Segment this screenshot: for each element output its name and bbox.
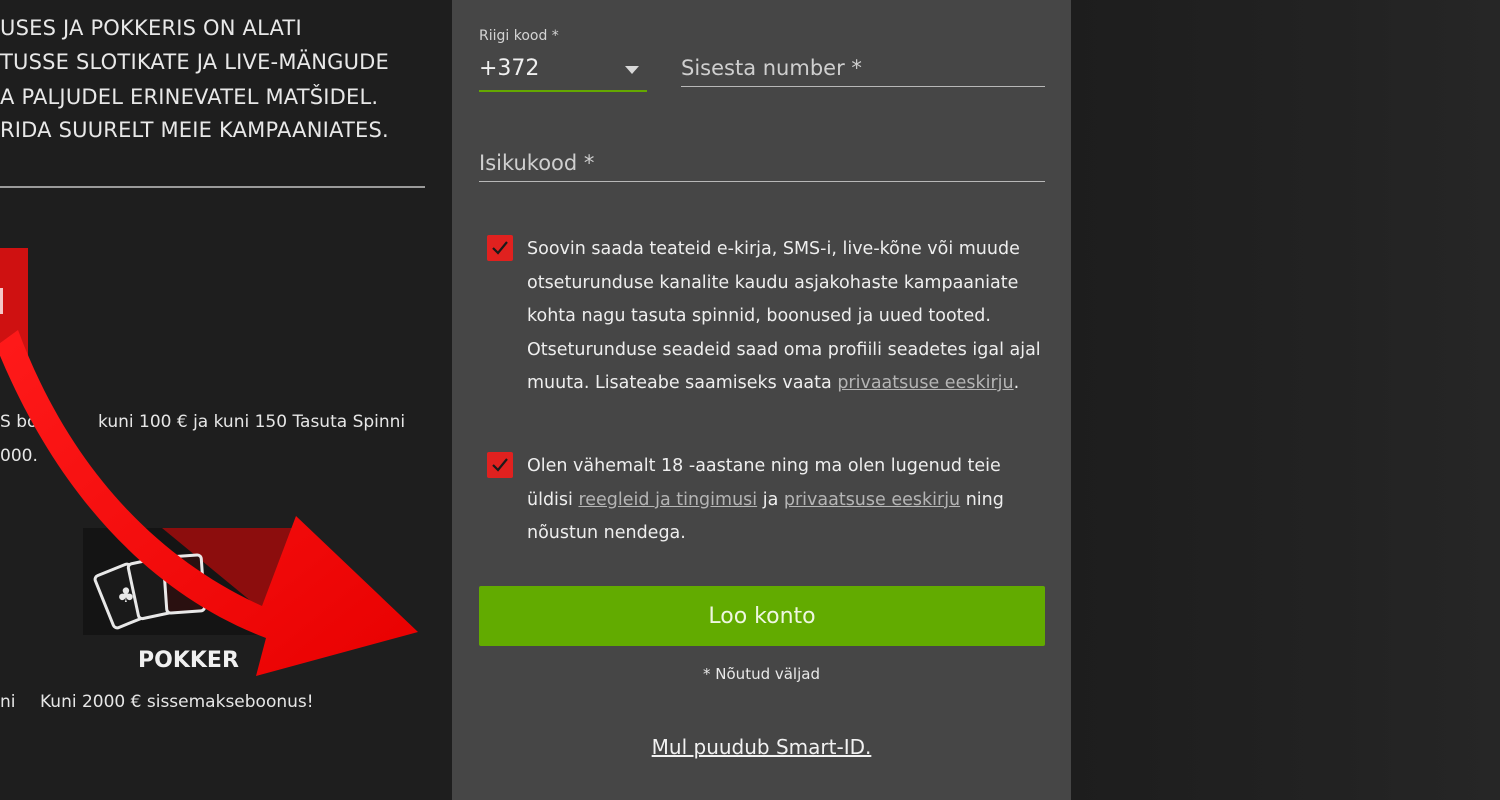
no-smart-id-link[interactable]: Mul puudub Smart-ID.	[452, 735, 1071, 759]
marketing-consent-end: .	[1013, 373, 1020, 393]
terms-consent-conj: ja	[757, 489, 784, 510]
terms-consent-checkbox[interactable]	[487, 452, 513, 478]
marketing-consent-checkbox[interactable]	[487, 235, 513, 261]
background-right	[1071, 0, 1500, 800]
create-account-button[interactable]: Loo konto	[479, 586, 1045, 646]
country-code-label: Riigi kood *	[479, 28, 559, 44]
privacy-policy-link[interactable]: privaatsuse eeskirju	[784, 490, 960, 510]
checkmark-icon	[492, 241, 508, 255]
checkmark-icon	[492, 458, 508, 472]
terms-consent-text: Olen vähemalt 18 -aastane ning ma olen l…	[527, 450, 1047, 551]
country-code-select[interactable]: +372	[479, 56, 539, 81]
marketing-consent-text: Soovin saada teateid e-kirja, SMS-i, liv…	[527, 233, 1047, 401]
privacy-policy-link[interactable]: privaatsuse eeskirju	[837, 373, 1013, 393]
required-fields-note: * Nõutud väljad	[703, 665, 820, 683]
personal-code-input[interactable]	[479, 151, 1045, 182]
terms-link[interactable]: reegleid ja tingimusi	[578, 490, 757, 510]
marketing-consent-label: Soovin saada teateid e-kirja, SMS-i, liv…	[527, 239, 1041, 393]
chevron-down-icon[interactable]	[625, 66, 639, 74]
country-code-underline	[479, 90, 647, 92]
red-arrow-icon	[0, 330, 418, 676]
phone-number-input[interactable]	[681, 56, 1045, 87]
